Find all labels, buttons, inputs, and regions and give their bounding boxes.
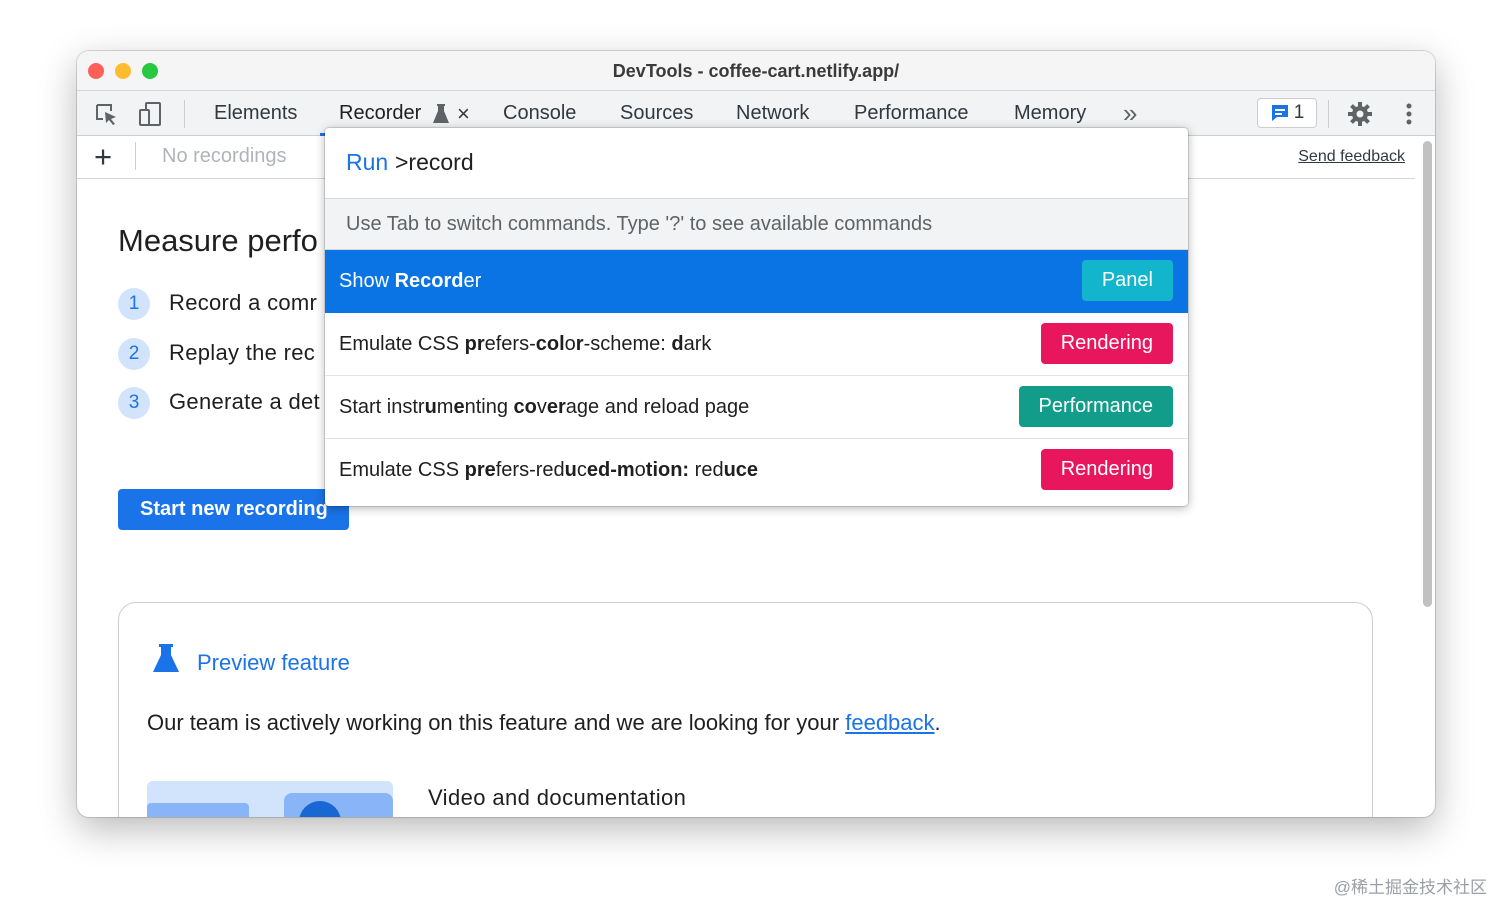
start-new-recording-button[interactable]: Start new recording	[118, 489, 349, 530]
inspect-element-icon[interactable]	[92, 100, 120, 128]
add-recording-icon[interactable]: +	[94, 139, 112, 175]
vertical-scrollbar[interactable]	[1423, 141, 1432, 607]
close-tab-icon[interactable]: ×	[457, 101, 470, 127]
command-category-badge: Performance	[1018, 386, 1173, 427]
step-text: Replay the rec	[169, 340, 316, 365]
preview-body-period: .	[934, 710, 941, 735]
landing-title: Measure perfo	[118, 223, 318, 258]
command-item-coverage[interactable]: Start instrumenting coverage and reload …	[325, 376, 1188, 439]
command-hint-text: Use Tab to switch commands. Type '?' to …	[346, 213, 933, 235]
command-item-reduced-motion[interactable]: Emulate CSS prefers-reduced-motion: redu…	[325, 439, 1188, 502]
title-bar: DevTools - coffee-cart.netlify.app/	[77, 51, 1435, 90]
video-thumbnail[interactable]	[147, 781, 393, 817]
step-number: 2	[118, 338, 150, 370]
command-query[interactable]: >record	[395, 149, 474, 176]
recordings-select[interactable]: No recordings	[162, 145, 287, 168]
command-menu: Run >record Use Tab to switch commands. …	[325, 128, 1188, 506]
command-item-label: Start instrumenting coverage and reload …	[339, 396, 750, 418]
command-prompt-label: Run	[346, 149, 389, 175]
issues-count: 1	[1293, 102, 1305, 123]
experiment-flask-icon	[432, 103, 450, 130]
toolbar-divider	[135, 142, 136, 170]
preview-feature-title: Preview feature	[197, 650, 350, 675]
window-title: DevTools - coffee-cart.netlify.app/	[612, 61, 900, 81]
issues-button[interactable]: 1	[1257, 98, 1317, 128]
more-tabs-icon[interactable]: »	[1123, 98, 1137, 129]
more-options-icon[interactable]	[1395, 100, 1423, 128]
command-category-badge: Rendering	[1040, 449, 1173, 490]
send-feedback-link[interactable]: Send feedback	[1298, 148, 1405, 166]
step-text: Generate a det	[169, 389, 320, 414]
tab-recorder[interactable]: Recorder	[339, 102, 421, 125]
command-category-badge: Panel	[1081, 260, 1173, 301]
tab-console[interactable]: Console	[503, 102, 576, 125]
preview-feature-text: Our team is actively working on this fea…	[147, 710, 941, 736]
command-category-badge: Rendering	[1040, 323, 1173, 364]
command-item-label: Emulate CSS prefers-reduced-motion: redu…	[339, 459, 759, 481]
device-toolbar-icon[interactable]	[137, 100, 165, 128]
watermark: @稀土掘金技术社区	[1333, 878, 1487, 897]
toolbar-divider	[184, 100, 185, 128]
command-item-show-recorder[interactable]: Show Recorder Panel	[325, 250, 1188, 313]
toolbar-divider	[1328, 100, 1329, 128]
command-item-emulate-color-scheme[interactable]: Emulate CSS prefers-color-scheme: dark R…	[325, 313, 1188, 376]
command-hint: Use Tab to switch commands. Type '?' to …	[325, 199, 1188, 250]
command-input[interactable]: Run >record	[325, 128, 1188, 199]
step-number: 1	[118, 288, 150, 320]
step-text: Record a comr	[169, 290, 318, 315]
preview-feature-card: Preview feature Our team is actively wor…	[118, 602, 1373, 817]
tab-elements[interactable]: Elements	[214, 102, 297, 125]
tab-performance[interactable]: Performance	[854, 102, 969, 125]
video-documentation-title: Video and documentation	[428, 785, 687, 810]
tab-sources[interactable]: Sources	[620, 102, 693, 125]
step-number: 3	[118, 387, 150, 419]
preview-body-text: Our team is actively working on this fea…	[147, 710, 846, 735]
command-item-label: Show Recorder	[339, 270, 482, 292]
preview-flask-icon	[151, 643, 181, 680]
tab-memory[interactable]: Memory	[1014, 102, 1086, 125]
feedback-link[interactable]: feedback	[845, 710, 934, 735]
devtools-window: DevTools - coffee-cart.netlify.app/ Elem…	[77, 51, 1435, 817]
tab-network[interactable]: Network	[736, 102, 809, 125]
issues-message-icon	[1271, 105, 1288, 121]
settings-gear-icon[interactable]	[1346, 100, 1374, 128]
command-item-label: Emulate CSS prefers-color-scheme: dark	[339, 333, 712, 355]
